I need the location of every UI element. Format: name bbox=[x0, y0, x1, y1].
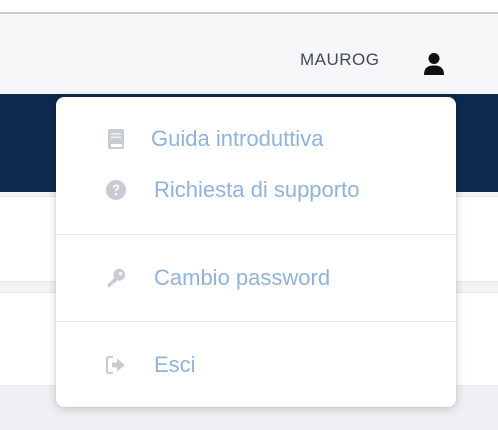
menu-item-label: Guida introduttiva bbox=[151, 126, 324, 151]
menu-item-cambio-password[interactable]: Cambio password bbox=[56, 256, 456, 300]
menu-divider bbox=[56, 234, 456, 235]
user-dropdown-menu: Guida introduttiva Richiesta di supporto… bbox=[56, 97, 456, 407]
top-header: MAUROG bbox=[0, 14, 498, 94]
menu-item-label: Cambio password bbox=[154, 265, 331, 290]
menu-item-esci[interactable]: Esci bbox=[56, 343, 456, 387]
username-label[interactable]: MAUROG bbox=[300, 50, 380, 70]
book-icon bbox=[106, 129, 126, 149]
question-circle-icon bbox=[106, 180, 126, 200]
window-top-border bbox=[0, 0, 498, 14]
key-icon bbox=[106, 268, 126, 288]
menu-item-richiesta-supporto[interactable]: Richiesta di supporto bbox=[56, 168, 456, 212]
menu-item-label: Esci bbox=[154, 352, 196, 377]
menu-divider bbox=[56, 321, 456, 322]
sign-out-icon bbox=[106, 355, 126, 375]
menu-item-guida-introduttiva[interactable]: Guida introduttiva bbox=[56, 117, 456, 161]
user-icon[interactable] bbox=[423, 52, 445, 76]
menu-item-label: Richiesta di supporto bbox=[154, 177, 360, 202]
